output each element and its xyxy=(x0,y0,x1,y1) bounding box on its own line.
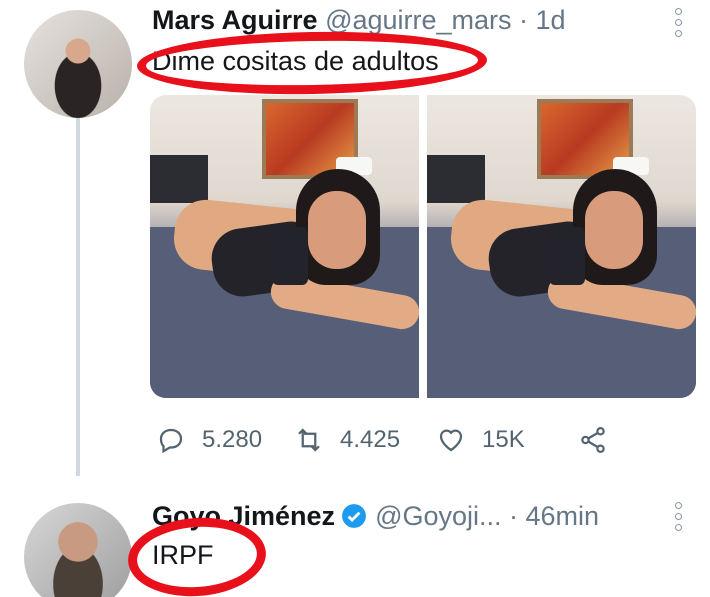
tweet-photo[interactable] xyxy=(150,95,419,398)
tweet-photo[interactable] xyxy=(427,95,696,398)
verified-badge-icon xyxy=(342,504,366,528)
user-handle[interactable]: @aguirre_mars xyxy=(325,5,511,35)
more-options-icon[interactable] xyxy=(673,502,683,531)
reply-count: 5.280 xyxy=(202,426,263,453)
retweet-icon xyxy=(298,428,320,452)
tweet-timestamp[interactable]: · 1d xyxy=(519,5,566,35)
user-handle[interactable]: @Goyoji... xyxy=(375,501,501,531)
thread-connector-line xyxy=(76,118,80,476)
like-count: 15K xyxy=(482,426,525,453)
reply-icon xyxy=(159,428,183,454)
avatar[interactable] xyxy=(24,503,132,597)
share-button[interactable] xyxy=(578,420,624,460)
tweet-timestamp[interactable]: · 46min xyxy=(509,501,599,531)
more-options-icon[interactable] xyxy=(673,8,683,37)
retweet-button[interactable]: 4.425 xyxy=(294,420,400,460)
avatar[interactable] xyxy=(24,10,132,118)
reply-button[interactable]: 5.280 xyxy=(156,420,262,460)
tweet-actions: 5.280 4.425 15K xyxy=(156,420,636,460)
display-name[interactable]: Mars Aguirre xyxy=(152,5,318,35)
tweet-header: Mars Aguirre @aguirre_mars · 1d xyxy=(152,4,566,36)
red-annotation-circle xyxy=(136,28,488,98)
retweet-count: 4.425 xyxy=(340,426,401,453)
tweet-media[interactable] xyxy=(150,95,696,398)
like-button[interactable]: 15K xyxy=(436,420,525,460)
share-icon xyxy=(581,427,605,453)
heart-icon xyxy=(439,429,463,452)
